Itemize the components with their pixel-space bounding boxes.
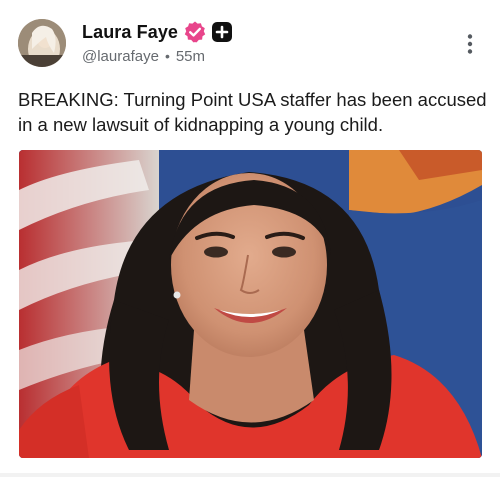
post-timestamp: 55m: [175, 47, 206, 65]
author-display-name[interactable]: Laura Faye: [82, 22, 178, 43]
author-meta-row: @laurafaye • 55m: [82, 46, 205, 66]
author-name-row: Laura Faye: [82, 20, 233, 44]
post-media-image[interactable]: [19, 150, 482, 458]
photo-portrait: [19, 150, 482, 458]
author-handle[interactable]: @laurafaye: [82, 48, 159, 65]
post-body-text: BREAKING: Turning Point USA staffer has …: [18, 89, 487, 135]
verified-badge-icon: [183, 20, 207, 44]
avatar-image: [18, 19, 66, 67]
post-card[interactable]: Laura Faye @laurafaye • 55m BREAKING: Tu…: [0, 0, 500, 477]
meta-separator: •: [164, 48, 170, 64]
author-avatar[interactable]: [18, 19, 66, 67]
post-divider: [0, 473, 500, 477]
subscribe-plus-icon[interactable]: [211, 21, 233, 43]
more-options-icon[interactable]: [466, 33, 474, 55]
